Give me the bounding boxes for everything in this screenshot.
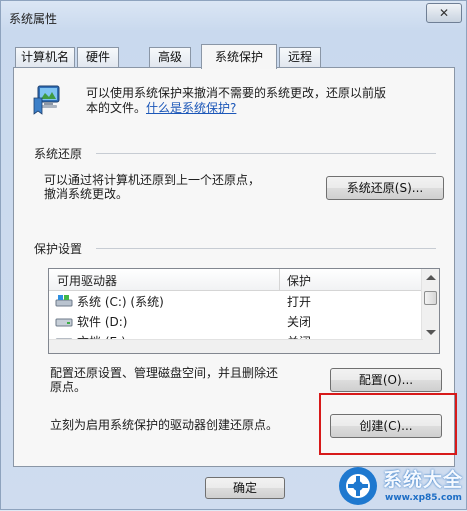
drive-protection-status: 关闭: [287, 315, 312, 329]
column-header-protection[interactable]: 保护: [287, 272, 311, 289]
hard-drive-icon: [55, 318, 73, 327]
config-desc-line-1: 配置还原设置、管理磁盘空间，并且删除还: [50, 366, 279, 380]
scroll-down-icon[interactable]: [426, 330, 436, 335]
create-description: 立刻为启用系统保护的驱动器创建还原点。: [50, 418, 279, 432]
protection-settings-group-title: 保护设置: [34, 242, 83, 256]
group-divider: [96, 153, 436, 154]
tab-system-protection[interactable]: 系统保护: [201, 44, 277, 69]
system-restore-button[interactable]: 系统还原(S)...: [326, 176, 444, 200]
restore-desc-line-2: 撤消系统更改。: [44, 187, 129, 201]
system-drive-icon: [55, 295, 73, 307]
intro-text: 可以使用系统保护来撤消不需要的系统更改，还原以前版 本的文件。什么是系统保护?: [86, 86, 386, 116]
tab-hardware[interactable]: 硬件: [77, 47, 119, 67]
tab-computer-name[interactable]: 计算机名: [15, 47, 75, 67]
system-properties-window: 系统属性 ✕ 计算机名 硬件 高级 系统保护 远程 可以使用系统保护来撤消不需要…: [0, 0, 467, 510]
highlight-box: [319, 393, 457, 455]
ok-button[interactable]: 确定: [205, 477, 285, 499]
scroll-up-icon[interactable]: [426, 275, 436, 280]
vertical-scrollbar[interactable]: [421, 269, 439, 353]
title-bar: 系统属性 ✕: [1, 1, 466, 31]
intro-line-1: 可以使用系统保护来撤消不需要的系统更改，还原以前版: [86, 86, 387, 100]
restore-desc-line-1: 可以通过将计算机还原到上一个还原点，: [44, 173, 261, 187]
intro-line-2: 本的文件。什么是系统保护?: [86, 101, 386, 116]
watermark-url: www.xp85.com: [385, 493, 462, 503]
close-icon: ✕: [438, 6, 450, 20]
scroll-thumb[interactable]: [424, 291, 437, 305]
configure-button[interactable]: 配置(O)...: [330, 368, 442, 392]
watermark-logo-icon: [339, 467, 377, 505]
what-is-system-protection-link[interactable]: 什么是系统保护?: [146, 101, 236, 115]
system-restore-group-title: 系统还原: [34, 147, 83, 161]
column-header-drives[interactable]: 可用驱动器: [57, 272, 117, 289]
drive-row[interactable]: 系统 (C:) (系统) 打开: [49, 291, 421, 311]
drive-row[interactable]: 软件 (D:) 关闭: [49, 311, 421, 331]
column-separator: [279, 269, 280, 290]
site-watermark: 系统大全 www.xp85.com: [333, 463, 467, 511]
config-desc-line-2: 原点。: [50, 380, 87, 394]
close-button[interactable]: ✕: [426, 3, 462, 23]
drive-name: 软件 (D:): [77, 315, 128, 329]
horizontal-scrollbar[interactable]: [49, 339, 423, 353]
system-restore-description: 可以通过将计算机还原到上一个还原点， 撤消系统更改。: [44, 173, 260, 201]
group-divider: [96, 248, 436, 249]
drive-list[interactable]: 可用驱动器 保护 系统 (C:) (系统) 打开 软件 (D:) 关闭: [48, 268, 440, 354]
drive-protection-status: 打开: [287, 295, 312, 309]
drive-list-header: 可用驱动器 保护: [49, 269, 421, 291]
system-protection-icon: [33, 85, 60, 115]
window-title: 系统属性: [9, 12, 58, 26]
tab-advanced[interactable]: 高级: [149, 47, 191, 67]
tab-remote[interactable]: 远程: [279, 47, 321, 67]
intro-line-2-prefix: 本的文件。: [86, 101, 147, 115]
drive-name: 系统 (C:) (系统): [77, 295, 164, 309]
configure-description: 配置还原设置、管理磁盘空间，并且删除还 原点。: [50, 366, 278, 394]
watermark-text: 系统大全: [383, 469, 464, 491]
